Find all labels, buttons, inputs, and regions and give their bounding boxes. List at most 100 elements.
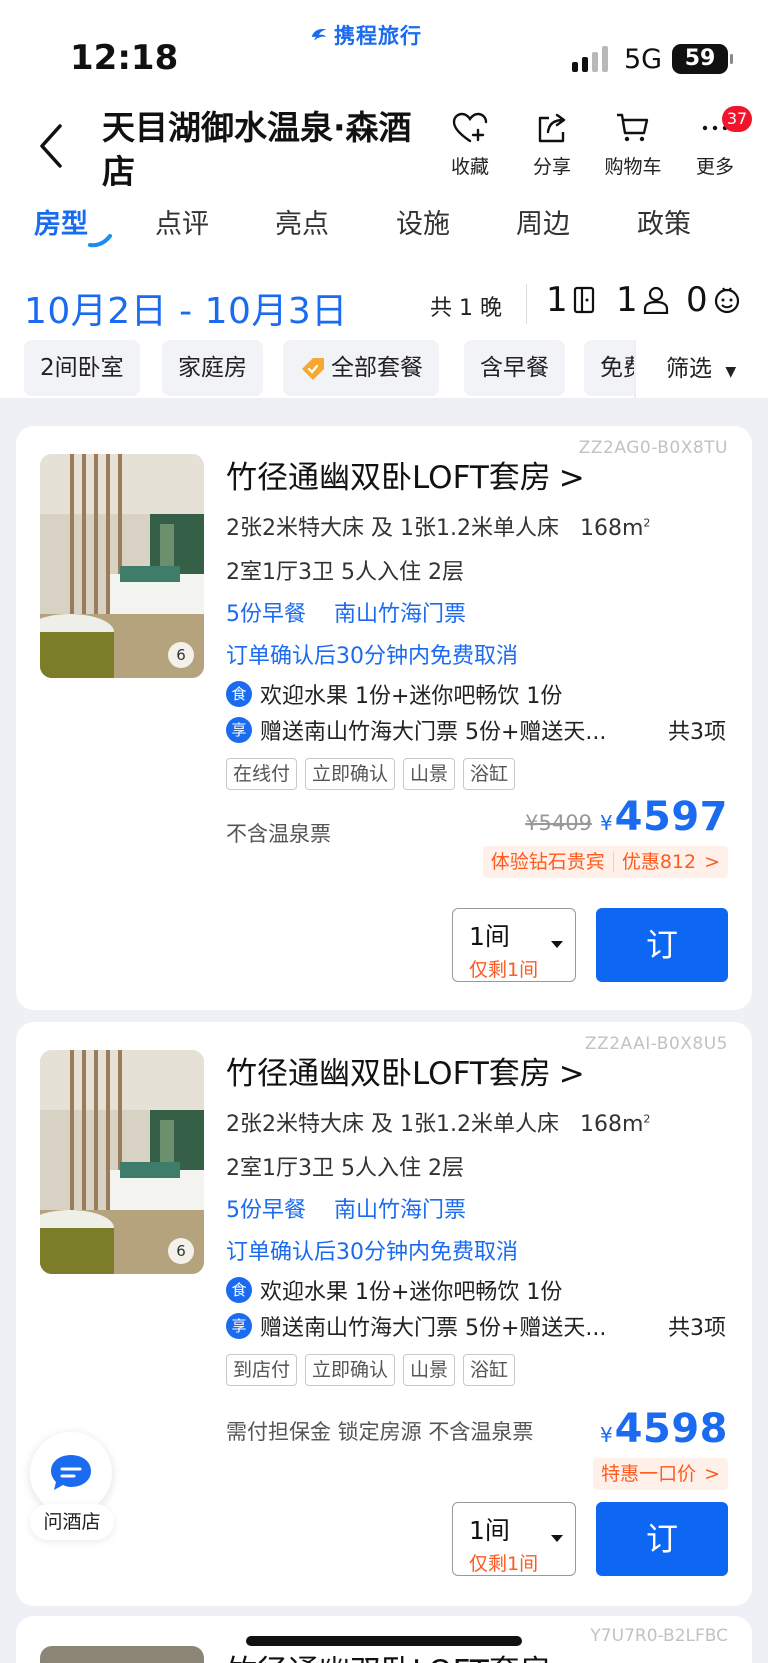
price-block: ¥5409 ¥4597	[525, 794, 728, 840]
gift-text: 赠送南山竹海大门票 5份+赠送天...	[260, 1316, 607, 1341]
rooms-count[interactable]: 1	[546, 280, 598, 320]
ctrip-dolphin-icon	[311, 28, 327, 41]
filter-label: 筛选	[666, 356, 712, 382]
room-card[interactable]: ZZ2AAI-B0X8U5 6 竹径通幽双卧LOFT套房 > 2张2米特大床 及 …	[16, 1022, 752, 1606]
children-count[interactable]: 0	[686, 280, 742, 320]
ask-hotel-button[interactable]: 问酒店	[30, 1432, 114, 1540]
brand-name: 携程旅行	[334, 24, 422, 48]
brand-logo: 携程旅行	[308, 20, 422, 50]
gift-row-perk[interactable]: 享 赠送南山竹海大门票 5份+赠送天... 共3项	[226, 714, 726, 746]
room-name-text: 竹径通幽双卧LOFT套房	[226, 460, 551, 496]
room-tags: 到店付 立即确认 山景 浴缸	[226, 1354, 516, 1386]
cancel-policy[interactable]: 订单确认后30分钟内免费取消	[226, 1234, 518, 1266]
share-icon	[538, 113, 566, 143]
chat-bubble	[30, 1432, 112, 1514]
filter-chip-label: 全部套餐	[331, 355, 423, 381]
room-quantity-select[interactable]: 1间 仅剩1间	[452, 1502, 576, 1576]
adults-value: 1	[616, 280, 638, 320]
tab-highlights[interactable]: 亮点	[275, 202, 329, 241]
gift-text: 欢迎水果 1份+迷你吧畅饮 1份	[260, 684, 563, 709]
nights-count: 共 1 晚	[430, 296, 502, 321]
tab-policies[interactable]: 政策	[637, 202, 691, 241]
room-tags: 在线付 立即确认 山景 浴缸	[226, 758, 516, 790]
room-photo[interactable]	[40, 1646, 204, 1663]
perk-icon: 享	[226, 1313, 252, 1339]
filter-chip-two-bedrooms[interactable]: 2间卧室	[24, 340, 140, 396]
room-beds: 2张2米特大床 及 1张1.2米单人床 168m2	[226, 1112, 651, 1137]
area-text: 168m	[579, 516, 644, 541]
share-label: 分享	[532, 156, 571, 178]
divider	[526, 284, 527, 324]
meal-text: 5份早餐	[226, 602, 306, 627]
gift-row-perk[interactable]: 享 赠送南山竹海大门票 5份+赠送天... 共3项	[226, 1310, 726, 1342]
room-layout: 2室1厅3卫 5人入住 2层	[226, 560, 464, 585]
room-door-icon	[573, 286, 594, 314]
hotel-title: 天目湖御水温泉·森酒店	[102, 108, 412, 191]
filter-chip-all-packages[interactable]: 全部套餐	[283, 340, 439, 396]
room-name[interactable]: 竹径通幽双卧LOFT套房 >	[226, 452, 585, 497]
perk-icon: 享	[226, 717, 252, 743]
home-indicator[interactable]	[246, 1636, 522, 1646]
cancel-policy[interactable]: 订单确认后30分钟内免费取消	[226, 638, 518, 670]
signal-icon	[572, 46, 608, 72]
current-price: 4598	[614, 1406, 728, 1452]
stay-selector[interactable]: 10月2日 - 10月3日 共 1 晚 1 1 0	[0, 270, 768, 340]
gift-row-food: 食 欢迎水果 1份+迷你吧畅饮 1份	[226, 678, 726, 710]
more-label: 更多	[695, 156, 734, 178]
room-quantity-select[interactable]: 1间 仅剩1间	[452, 908, 576, 982]
tag: 立即确认	[305, 1354, 396, 1386]
tag: 山景	[403, 758, 456, 790]
tab-nearby[interactable]: 周边	[516, 202, 570, 241]
room-note: 不含温泉票	[226, 822, 331, 846]
ticket-text: 南山竹海门票	[333, 1198, 466, 1223]
area-text: 168m	[579, 1112, 644, 1137]
photo-count: 6	[168, 642, 194, 668]
tab-reviews[interactable]: 点评	[155, 202, 209, 241]
date-range[interactable]: 10月2日 - 10月3日	[24, 282, 348, 334]
favorite-label: 收藏	[450, 156, 489, 178]
chevron-right-icon: >	[704, 1463, 720, 1485]
room-note: 需付担保金 锁定房源 不含温泉票	[226, 1420, 534, 1444]
currency-symbol: ¥	[599, 811, 613, 835]
share-button[interactable]: 分享	[512, 112, 592, 179]
back-icon[interactable]	[32, 118, 72, 174]
package-tag-icon	[302, 357, 324, 380]
book-button[interactable]: 订	[596, 908, 728, 982]
room-card[interactable]: ZZ2AG0-B0X8TU 6 竹径通幽双卧LOFT套房 > 2张2米特大床 及 …	[16, 426, 752, 1010]
room-photo[interactable]: 6	[40, 454, 204, 678]
beds-text: 2张2米特大床 及 1张1.2米单人床	[226, 516, 559, 541]
adult-icon	[643, 286, 668, 314]
caret-down-icon	[551, 1535, 563, 1542]
room-name[interactable]: 竹径通幽双卧LOFT套房 >	[226, 1048, 585, 1093]
tag: 在线付	[226, 758, 298, 790]
filter-chip-family-room[interactable]: 家庭房	[162, 340, 263, 396]
rooms-left: 仅剩1间	[469, 1553, 539, 1575]
child-icon	[714, 287, 739, 314]
room-name[interactable]: 竹径通幽双卧LOFT套房	[226, 1646, 551, 1663]
filter-chip-breakfast[interactable]: 含早餐	[464, 340, 565, 396]
filter-bar: 2间卧室 家庭房 全部套餐 含早餐 免费 筛选 ▼	[0, 340, 768, 398]
promo-label: 特惠一口价	[601, 1463, 697, 1485]
room-photo[interactable]: 6	[40, 1050, 204, 1274]
room-code: Y7U7R0-B2LFBC	[590, 1626, 728, 1646]
promo-discount: 优惠812	[621, 851, 697, 873]
gift-total: 共3项	[668, 1316, 726, 1341]
gift-text: 赠送南山竹海大门票 5份+赠送天...	[260, 720, 607, 745]
rooms-value: 1	[546, 280, 568, 320]
rooms-left: 仅剩1间	[469, 959, 539, 981]
book-button[interactable]: 订	[596, 1502, 728, 1576]
promo-badge[interactable]: 特惠一口价 >	[593, 1458, 728, 1490]
tab-facilities[interactable]: 设施	[396, 202, 450, 241]
filter-button[interactable]: 筛选 ▼	[634, 340, 768, 398]
gift-total: 共3项	[668, 720, 726, 745]
filter-caret-icon: ▼	[725, 364, 737, 380]
promo-badge[interactable]: 体验钻石贵宾 优惠812 >	[482, 846, 728, 878]
room-code: ZZ2AG0-B0X8TU	[578, 438, 728, 458]
beds-text: 2张2米特大床 及 1张1.2米单人床	[226, 1112, 559, 1137]
cart-button[interactable]: 购物车	[593, 112, 673, 179]
favorite-button[interactable]: 收藏	[430, 112, 510, 179]
meal-text: 5份早餐	[226, 1198, 306, 1223]
tab-room-types[interactable]: 房型	[34, 202, 88, 241]
heart-plus-icon	[452, 112, 488, 143]
adults-count[interactable]: 1	[616, 280, 670, 320]
